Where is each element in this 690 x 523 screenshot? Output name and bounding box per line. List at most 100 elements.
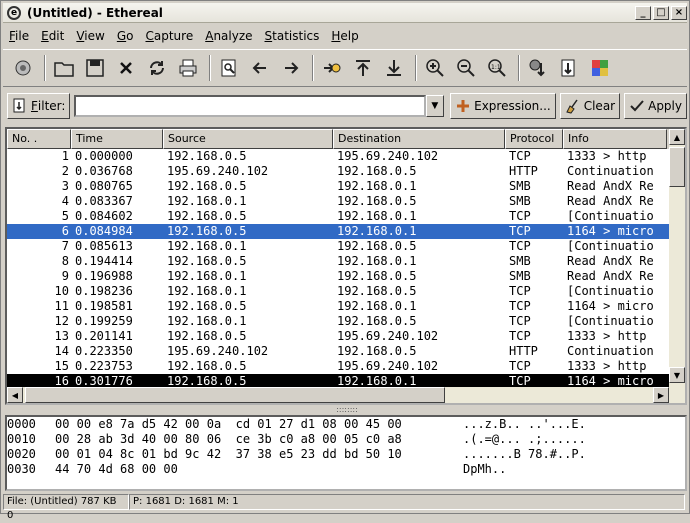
cell-time: 0.000000	[75, 149, 133, 163]
cell-dst: 192.168.0.1	[337, 299, 417, 313]
clear-button[interactable]: Clear	[559, 93, 621, 119]
cell-time: 0.198236	[75, 284, 133, 298]
status-bar: File: (Untitled) 787 KB 0 P: 1681 D: 168…	[3, 493, 687, 521]
cell-src: 195.69.240.102	[167, 344, 269, 358]
table-row[interactable]: 5 0.084602 192.168.0.5 192.168.0.1 TCP [Conti…	[7, 209, 685, 224]
cell-no: 3	[61, 179, 69, 193]
scroll-thumb[interactable]	[669, 147, 685, 187]
menu-item[interactable]: Edit	[41, 29, 64, 43]
menu-item[interactable]: Statistics	[265, 29, 320, 43]
go-forward-icon[interactable]	[277, 54, 305, 82]
table-row[interactable]: 2 0.036768 195.69.240.102 192.168.0.5 HTTP Co…	[7, 164, 685, 179]
cell-info: Read AndX Re	[567, 194, 654, 208]
expression-label: Expression...	[474, 99, 551, 113]
cell-no: 5	[61, 209, 69, 223]
menu-item[interactable]: Analyze	[205, 29, 252, 43]
plus-icon	[457, 100, 470, 112]
table-row[interactable]: 6 0.084984 192.168.0.5 192.168.0.1 TCP 1164 >…	[7, 224, 685, 239]
menu-item[interactable]: Go	[117, 29, 134, 43]
cell-proto: HTTP	[509, 164, 538, 178]
table-row[interactable]: 10 0.198236 192.168.0.1 192.168.0.5 TCP [Cont…	[7, 284, 685, 299]
cell-time: 0.194414	[75, 254, 133, 268]
table-row[interactable]: 13 0.201141 192.168.0.5 195.69.240.102 TCP 13…	[7, 329, 685, 344]
column-header[interactable]: Source	[163, 129, 333, 149]
save-icon[interactable]	[81, 54, 109, 82]
table-row[interactable]: 14 0.223350 195.69.240.102 192.168.0.5 HTTP C…	[7, 344, 685, 359]
table-row[interactable]: 8 0.194414 192.168.0.5 192.168.0.1 SMB Read A…	[7, 254, 685, 269]
column-header[interactable]: Time	[71, 129, 163, 149]
goto-packet-icon[interactable]	[318, 54, 346, 82]
column-header[interactable]: No. .	[7, 129, 71, 149]
menu-label: elp	[340, 29, 359, 43]
column-header[interactable]: Info	[563, 129, 667, 149]
menu-label: ile	[15, 29, 30, 43]
table-row[interactable]: 12 0.199259 192.168.0.1 192.168.0.5 TCP [Cont…	[7, 314, 685, 329]
scroll-left-icon[interactable]: ◀	[7, 387, 23, 403]
close-button[interactable]: ×	[671, 6, 687, 20]
maximize-button[interactable]: □	[653, 6, 669, 20]
cell-src: 192.168.0.5	[167, 254, 247, 268]
scroll-down-icon[interactable]: ▼	[669, 367, 685, 383]
coloring-rules-icon[interactable]	[586, 54, 614, 82]
packet-list-hscroll[interactable]: ◀ ▶	[7, 387, 671, 403]
table-row[interactable]: 3 0.080765 192.168.0.5 192.168.0.1 SMB Read A…	[7, 179, 685, 194]
go-back-icon[interactable]	[246, 54, 274, 82]
print-icon[interactable]	[174, 54, 202, 82]
pane-splitter[interactable]: ::::::::	[331, 406, 363, 414]
minimize-button[interactable]: _	[635, 6, 651, 20]
menu-item[interactable]: Help	[331, 29, 358, 43]
column-header[interactable]: Protocol	[505, 129, 563, 149]
cell-dst: 192.168.0.5	[337, 194, 417, 208]
menu-label: apture	[153, 29, 194, 43]
menu-item[interactable]: File	[9, 29, 29, 43]
find-packet-icon[interactable]	[215, 54, 243, 82]
zoom-normal-icon[interactable]: 1:1	[483, 54, 511, 82]
goto-last-icon[interactable]	[380, 54, 408, 82]
table-row[interactable]: 1 0.000000 192.168.0.5 195.69.240.102 TCP 133…	[7, 149, 685, 164]
menu-item[interactable]: View	[76, 29, 104, 43]
hscroll-thumb[interactable]	[25, 387, 445, 403]
packet-list[interactable]: No. . Time Source Destination Protocol Info 1…	[5, 127, 687, 405]
chevron-down-icon[interactable]: ▼	[425, 95, 445, 117]
cell-time: 0.196988	[75, 269, 133, 283]
table-row[interactable]: 15 0.223753 192.168.0.5 195.69.240.102 TCP 13…	[7, 359, 685, 374]
table-row[interactable]: 7 0.085613 192.168.0.1 192.168.0.5 TCP [Conti…	[7, 239, 685, 254]
reload-icon[interactable]	[143, 54, 171, 82]
cell-info: Read AndX Re	[567, 179, 654, 193]
cell-no: 1	[61, 149, 69, 163]
cell-dst: 192.168.0.1	[337, 224, 417, 238]
zoom-in-icon[interactable]	[421, 54, 449, 82]
menu-label: tatistics	[272, 29, 320, 43]
capture-filters-icon[interactable]	[524, 54, 552, 82]
display-filters-icon[interactable]	[555, 54, 583, 82]
filter-input[interactable]	[74, 95, 426, 117]
zoom-out-icon[interactable]	[452, 54, 480, 82]
scroll-right-icon[interactable]: ▶	[653, 387, 669, 403]
open-icon[interactable]	[50, 54, 78, 82]
expression-button[interactable]: Expression...	[450, 93, 556, 119]
cell-dst: 192.168.0.5	[337, 239, 417, 253]
table-row[interactable]: 4 0.083367 192.168.0.1 192.168.0.5 SMB Read A…	[7, 194, 685, 209]
packet-list-vscroll[interactable]: ▲ ▼	[669, 129, 685, 403]
scroll-up-icon[interactable]: ▲	[669, 129, 685, 145]
cell-info: 1164 > micro	[567, 224, 654, 238]
hex-ascii: DpMh..	[463, 462, 507, 476]
cell-proto: TCP	[509, 239, 531, 253]
packet-bytes-pane[interactable]: 0000 00 00 e8 7a d5 42 00 0a cd 01 27 d1 …	[5, 415, 687, 491]
cell-dst: 192.168.0.1	[337, 179, 417, 193]
menu-mnemonic: G	[116, 29, 127, 43]
table-row[interactable]: 11 0.198581 192.168.0.5 192.168.0.1 TCP 1164 …	[7, 299, 685, 314]
apply-button[interactable]: Apply	[624, 93, 687, 119]
status-file-info: File: (Untitled) 787 KB 0	[3, 494, 129, 521]
menu-item[interactable]: Capture	[145, 29, 193, 43]
hex-ascii: .(.=@... .;......	[463, 432, 586, 446]
close-file-icon[interactable]	[112, 54, 140, 82]
cell-info: [Continuatio	[567, 209, 654, 223]
table-row[interactable]: 9 0.196988 192.168.0.1 192.168.0.5 SMB Read A…	[7, 269, 685, 284]
column-header[interactable]: Destination	[333, 129, 505, 149]
interfaces-icon[interactable]	[9, 54, 37, 82]
goto-first-icon[interactable]	[349, 54, 377, 82]
cell-src: 192.168.0.5	[167, 179, 247, 193]
filter-button[interactable]: Filter:	[7, 93, 71, 119]
cell-dst: 195.69.240.102	[337, 329, 439, 343]
